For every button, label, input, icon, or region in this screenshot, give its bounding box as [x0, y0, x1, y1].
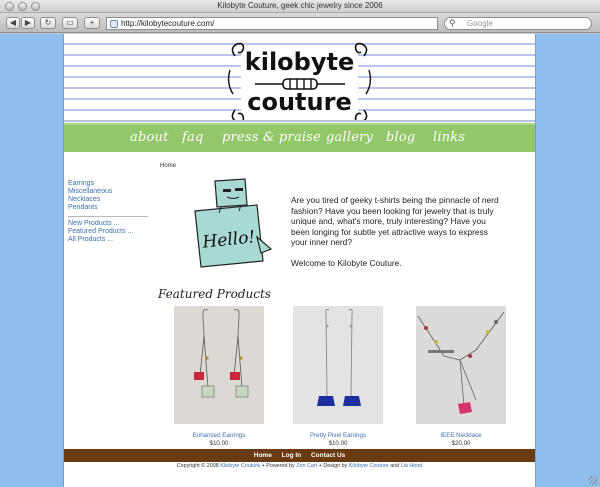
browser-toolbar: ◀ ▶ ↻ ▭ + http://kilobytecouture.com/ ⚲ …: [0, 13, 600, 33]
product-name-link[interactable]: Enhanced Earrings: [174, 432, 264, 439]
sidebar-all-products[interactable]: All Products ...: [68, 236, 148, 244]
window-resize-handle[interactable]: [589, 476, 598, 485]
intro-text: Are you tired of geeky t-shirts being th…: [291, 195, 501, 279]
show-image-icon[interactable]: ▭: [62, 17, 78, 29]
nav-press-praise[interactable]: press & praise: [222, 130, 321, 145]
window-title: Kilobyte Couture, geek chic jewelry sinc…: [217, 1, 383, 10]
featured-products-heading: Featured Products: [158, 287, 271, 301]
zen-cart-link[interactable]: Zen Cart: [296, 463, 317, 469]
site-logo[interactable]: kilobyte couture: [227, 40, 372, 120]
favicon-icon: [110, 20, 118, 28]
welcome-line: Welcome to Kilobyte Couture.: [291, 257, 402, 268]
address-bar[interactable]: http://kilobytecouture.com/: [106, 17, 438, 30]
nav-faq[interactable]: faq: [182, 130, 203, 145]
hello-sign-illustration: Hello!: [194, 178, 273, 268]
product-name-link[interactable]: IEEE Necklace: [416, 432, 506, 439]
site-header: kilobyte couture: [64, 34, 535, 123]
address-url: http://kilobytecouture.com/: [121, 19, 215, 28]
main-nav: about faq press & praise gallery blog li…: [64, 123, 535, 152]
design-prefix: + Design by: [318, 463, 348, 469]
sidebar-category-miscellaneous[interactable]: Miscellaneous: [68, 188, 148, 196]
nav-about[interactable]: about: [130, 130, 169, 145]
footer-link-login[interactable]: Log In: [282, 452, 302, 459]
product-price: $10.00: [328, 440, 348, 447]
designer-link-kilobyte[interactable]: Kilobyte Couture: [349, 463, 389, 469]
logo-text-kilobyte: kilobyte: [245, 48, 354, 76]
product-card: Pretty Pixel Earrings $10.00: [293, 306, 383, 447]
sidebar-category-necklaces[interactable]: Necklaces: [68, 196, 148, 204]
product-price: $20.00: [451, 440, 471, 447]
browser-viewport: kilobyte couture about faq press & prais…: [0, 34, 600, 487]
search-placeholder: Google: [467, 19, 493, 28]
product-image[interactable]: [293, 306, 383, 424]
breadcrumb: Home: [160, 163, 177, 169]
forward-button[interactable]: ▶: [21, 17, 35, 29]
sidebar-divider: [68, 216, 148, 217]
copyright-line: Copyright © 2008 Kilobyte Couture + Powe…: [64, 463, 535, 469]
product-card: IEEE Necklace $20.00: [416, 306, 506, 447]
nav-blog[interactable]: blog: [386, 130, 415, 145]
search-field[interactable]: ⚲ Google: [444, 17, 592, 30]
copyright-prefix: Copyright © 2008: [176, 463, 219, 469]
designer-link-lia-hood[interactable]: Lia Hood: [401, 463, 423, 469]
product-price: $10.00: [209, 440, 229, 447]
nav-links[interactable]: links: [433, 130, 465, 145]
product-image[interactable]: [416, 306, 506, 424]
product-image[interactable]: [174, 306, 264, 424]
window-titlebar: Kilobyte Couture, geek chic jewelry sinc…: [0, 0, 600, 13]
product-card: Enhanced Earrings $10.00: [174, 306, 264, 447]
sidebar: Earrings Miscellaneous Necklaces Pendant…: [68, 180, 148, 244]
and-text: and: [390, 463, 400, 469]
sidebar-featured-products[interactable]: Featured Products ...: [68, 228, 148, 236]
powered-prefix: + Powered by: [261, 463, 295, 469]
footer-link-contact[interactable]: Contact Us: [311, 452, 345, 459]
sidebar-new-products[interactable]: New Products ...: [68, 220, 148, 228]
product-name-link[interactable]: Pretty Pixel Earrings: [293, 432, 383, 439]
footer-nav: Home Log In Contact Us: [64, 449, 535, 462]
copyright-site-link[interactable]: Kilobyte Couture: [220, 463, 260, 469]
search-icon: ⚲: [449, 18, 456, 28]
footer-link-home[interactable]: Home: [254, 452, 272, 459]
intro-paragraph: Are you tired of geeky t-shirts being th…: [291, 195, 499, 248]
reload-button[interactable]: ↻: [40, 17, 56, 29]
sidebar-category-earrings[interactable]: Earrings: [68, 180, 148, 188]
logo-text-couture: couture: [247, 88, 351, 116]
web-page: kilobyte couture about faq press & prais…: [63, 34, 536, 487]
sidebar-category-pendants[interactable]: Pendants: [68, 204, 148, 212]
nav-gallery[interactable]: gallery: [326, 130, 373, 145]
add-bookmark-button[interactable]: +: [84, 17, 100, 29]
back-button[interactable]: ◀: [6, 17, 20, 29]
